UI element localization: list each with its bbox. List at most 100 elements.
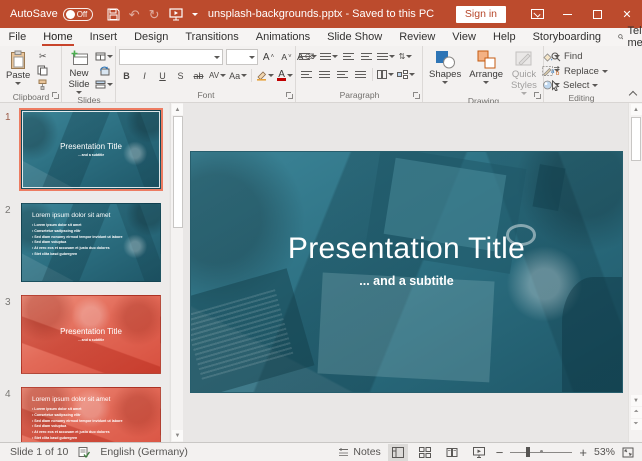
thumbnail-scrollbar-thumb[interactable] — [173, 116, 183, 228]
section-button[interactable] — [95, 78, 113, 91]
thumbnail-scrollbar[interactable]: ▲ ▼ — [170, 103, 183, 442]
tab-animations[interactable]: Animations — [247, 28, 318, 46]
slide-canvas[interactable]: Presentation Title ... and a subtitle — [184, 103, 627, 442]
text-direction-button[interactable]: ⇅ — [398, 50, 413, 63]
slide-layout-button[interactable] — [95, 50, 113, 63]
clipboard-dialog-launcher-icon[interactable] — [52, 92, 60, 100]
tell-me-box[interactable]: Tell me — [610, 28, 642, 46]
sign-in-button[interactable]: Sign in — [456, 6, 506, 23]
smartart-button[interactable] — [397, 68, 415, 81]
underline-button[interactable]: U — [155, 69, 170, 82]
tab-insert[interactable]: Insert — [81, 28, 126, 46]
paste-dropdown-icon[interactable] — [15, 82, 21, 85]
tab-storyboarding[interactable]: Storyboarding — [524, 28, 610, 46]
shrink-font-button[interactable]: A˅ — [279, 51, 294, 64]
autosave-switch-icon[interactable]: Off — [63, 8, 93, 21]
columns-button[interactable] — [377, 68, 394, 81]
line-spacing-button[interactable] — [377, 50, 395, 63]
minimize-button[interactable] — [552, 0, 582, 28]
font-color-button[interactable]: A — [277, 69, 293, 82]
slide-sorter-view-button[interactable] — [415, 444, 435, 461]
select-button[interactable]: Select — [551, 79, 598, 92]
quick-styles-button[interactable]: Quick Styles — [508, 48, 540, 95]
tab-review[interactable]: Review — [391, 28, 444, 46]
tab-home[interactable]: Home — [35, 28, 81, 46]
scroll-down-icon[interactable]: ▼ — [172, 430, 183, 441]
decrease-indent-button[interactable] — [341, 50, 356, 63]
zoom-out-icon[interactable]: − — [496, 445, 504, 460]
align-center-button[interactable] — [317, 68, 332, 81]
close-button[interactable]: ✕ — [612, 0, 642, 28]
increase-indent-button[interactable] — [359, 50, 374, 63]
undo-icon[interactable]: ↶ — [129, 8, 140, 21]
find-button[interactable]: Find — [551, 50, 582, 63]
new-slide-button[interactable]: New Slide — [65, 48, 93, 94]
numbering-button[interactable] — [320, 50, 338, 63]
slide-thumbnail-4[interactable]: Lorem ipsum dolor sit amet Lorem ipsum d… — [21, 387, 161, 442]
scroll-up-icon[interactable]: ▲ — [172, 104, 183, 115]
font-name-combo[interactable] — [119, 49, 223, 65]
slide-thumbnail-2[interactable]: Lorem ipsum dolor sit amet Lorem ipsum d… — [21, 203, 161, 282]
align-left-button[interactable] — [299, 68, 314, 81]
spell-check-icon[interactable] — [78, 446, 90, 458]
bullets-button[interactable] — [299, 50, 317, 63]
zoom-slider[interactable] — [510, 452, 572, 453]
normal-view-button[interactable] — [388, 444, 408, 461]
fit-slide-to-window-icon[interactable] — [622, 447, 634, 458]
language-indicator[interactable]: English (Germany) — [100, 446, 188, 458]
scroll-up-icon[interactable]: ▲ — [631, 104, 642, 115]
start-slideshow-icon[interactable] — [169, 8, 183, 21]
slide-show-view-button[interactable] — [469, 444, 489, 461]
autosave-toggle[interactable]: AutoSave Off — [10, 8, 93, 21]
ribbon-display-options-icon[interactable] — [522, 0, 552, 28]
paragraph-dialog-launcher-icon[interactable] — [413, 92, 421, 100]
customize-qat-icon[interactable] — [192, 13, 198, 16]
tab-slide-show[interactable]: Slide Show — [319, 28, 391, 46]
zoom-slider-thumb[interactable] — [526, 447, 530, 457]
previous-slide-icon[interactable]: ⏶ — [631, 407, 642, 418]
scrollbar-thumb[interactable] — [631, 117, 641, 161]
scroll-down-icon[interactable]: ▼ — [631, 395, 642, 406]
replace-button[interactable]: ab Replace — [551, 65, 608, 78]
drawing-dialog-launcher-icon[interactable] — [534, 92, 542, 100]
tab-design[interactable]: Design — [126, 28, 177, 46]
reset-slide-button[interactable] — [95, 64, 113, 77]
change-case-button[interactable]: Aa — [229, 69, 247, 82]
slide-thumbnail-1[interactable]: Presentation Title ... and a subtitle — [21, 110, 161, 189]
slide-thumbnail-3[interactable]: Presentation Title ... and a subtitle — [21, 295, 161, 374]
paste-button[interactable]: Paste — [3, 48, 33, 85]
zoom-in-icon[interactable]: + — [579, 445, 587, 460]
character-spacing-button[interactable]: AV — [209, 69, 226, 82]
grow-font-button[interactable]: A˄ — [261, 51, 276, 64]
strikethrough-button[interactable]: ab — [191, 69, 206, 82]
italic-button[interactable]: I — [137, 69, 152, 82]
collapse-ribbon-icon[interactable] — [629, 91, 637, 99]
format-painter-button[interactable] — [35, 78, 50, 91]
slide-title[interactable]: Presentation Title — [288, 232, 525, 266]
align-right-button[interactable] — [335, 68, 350, 81]
tab-file[interactable]: File — [0, 28, 35, 46]
highlight-color-button[interactable] — [256, 69, 274, 82]
arrange-button[interactable]: Arrange — [466, 48, 506, 84]
zoom-level[interactable]: 53% — [594, 446, 615, 458]
font-dialog-launcher-icon[interactable] — [286, 92, 294, 100]
cut-button[interactable]: ✂ — [35, 50, 50, 63]
save-icon[interactable] — [107, 8, 120, 21]
slide-subtitle[interactable]: ... and a subtitle — [359, 274, 453, 288]
slide-indicator[interactable]: Slide 1 of 10 — [10, 446, 68, 458]
text-shadow-button[interactable]: S — [173, 69, 188, 82]
current-slide[interactable]: Presentation Title ... and a subtitle — [190, 151, 623, 393]
redo-icon[interactable]: ↻ — [149, 8, 160, 21]
bold-button[interactable]: B — [119, 69, 134, 82]
vertical-scrollbar[interactable]: ▲ ▼ ⏶ ⏷ — [628, 103, 642, 442]
shapes-button[interactable]: Shapes — [426, 48, 464, 84]
maximize-button[interactable] — [582, 0, 612, 28]
reading-view-button[interactable] — [442, 444, 462, 461]
copy-button[interactable] — [35, 64, 50, 77]
notes-button[interactable]: Notes — [338, 446, 380, 458]
tab-view[interactable]: View — [444, 28, 485, 46]
next-slide-icon[interactable]: ⏷ — [631, 419, 642, 430]
justify-button[interactable] — [353, 68, 368, 81]
font-size-combo[interactable] — [226, 49, 258, 65]
tab-help[interactable]: Help — [484, 28, 524, 46]
